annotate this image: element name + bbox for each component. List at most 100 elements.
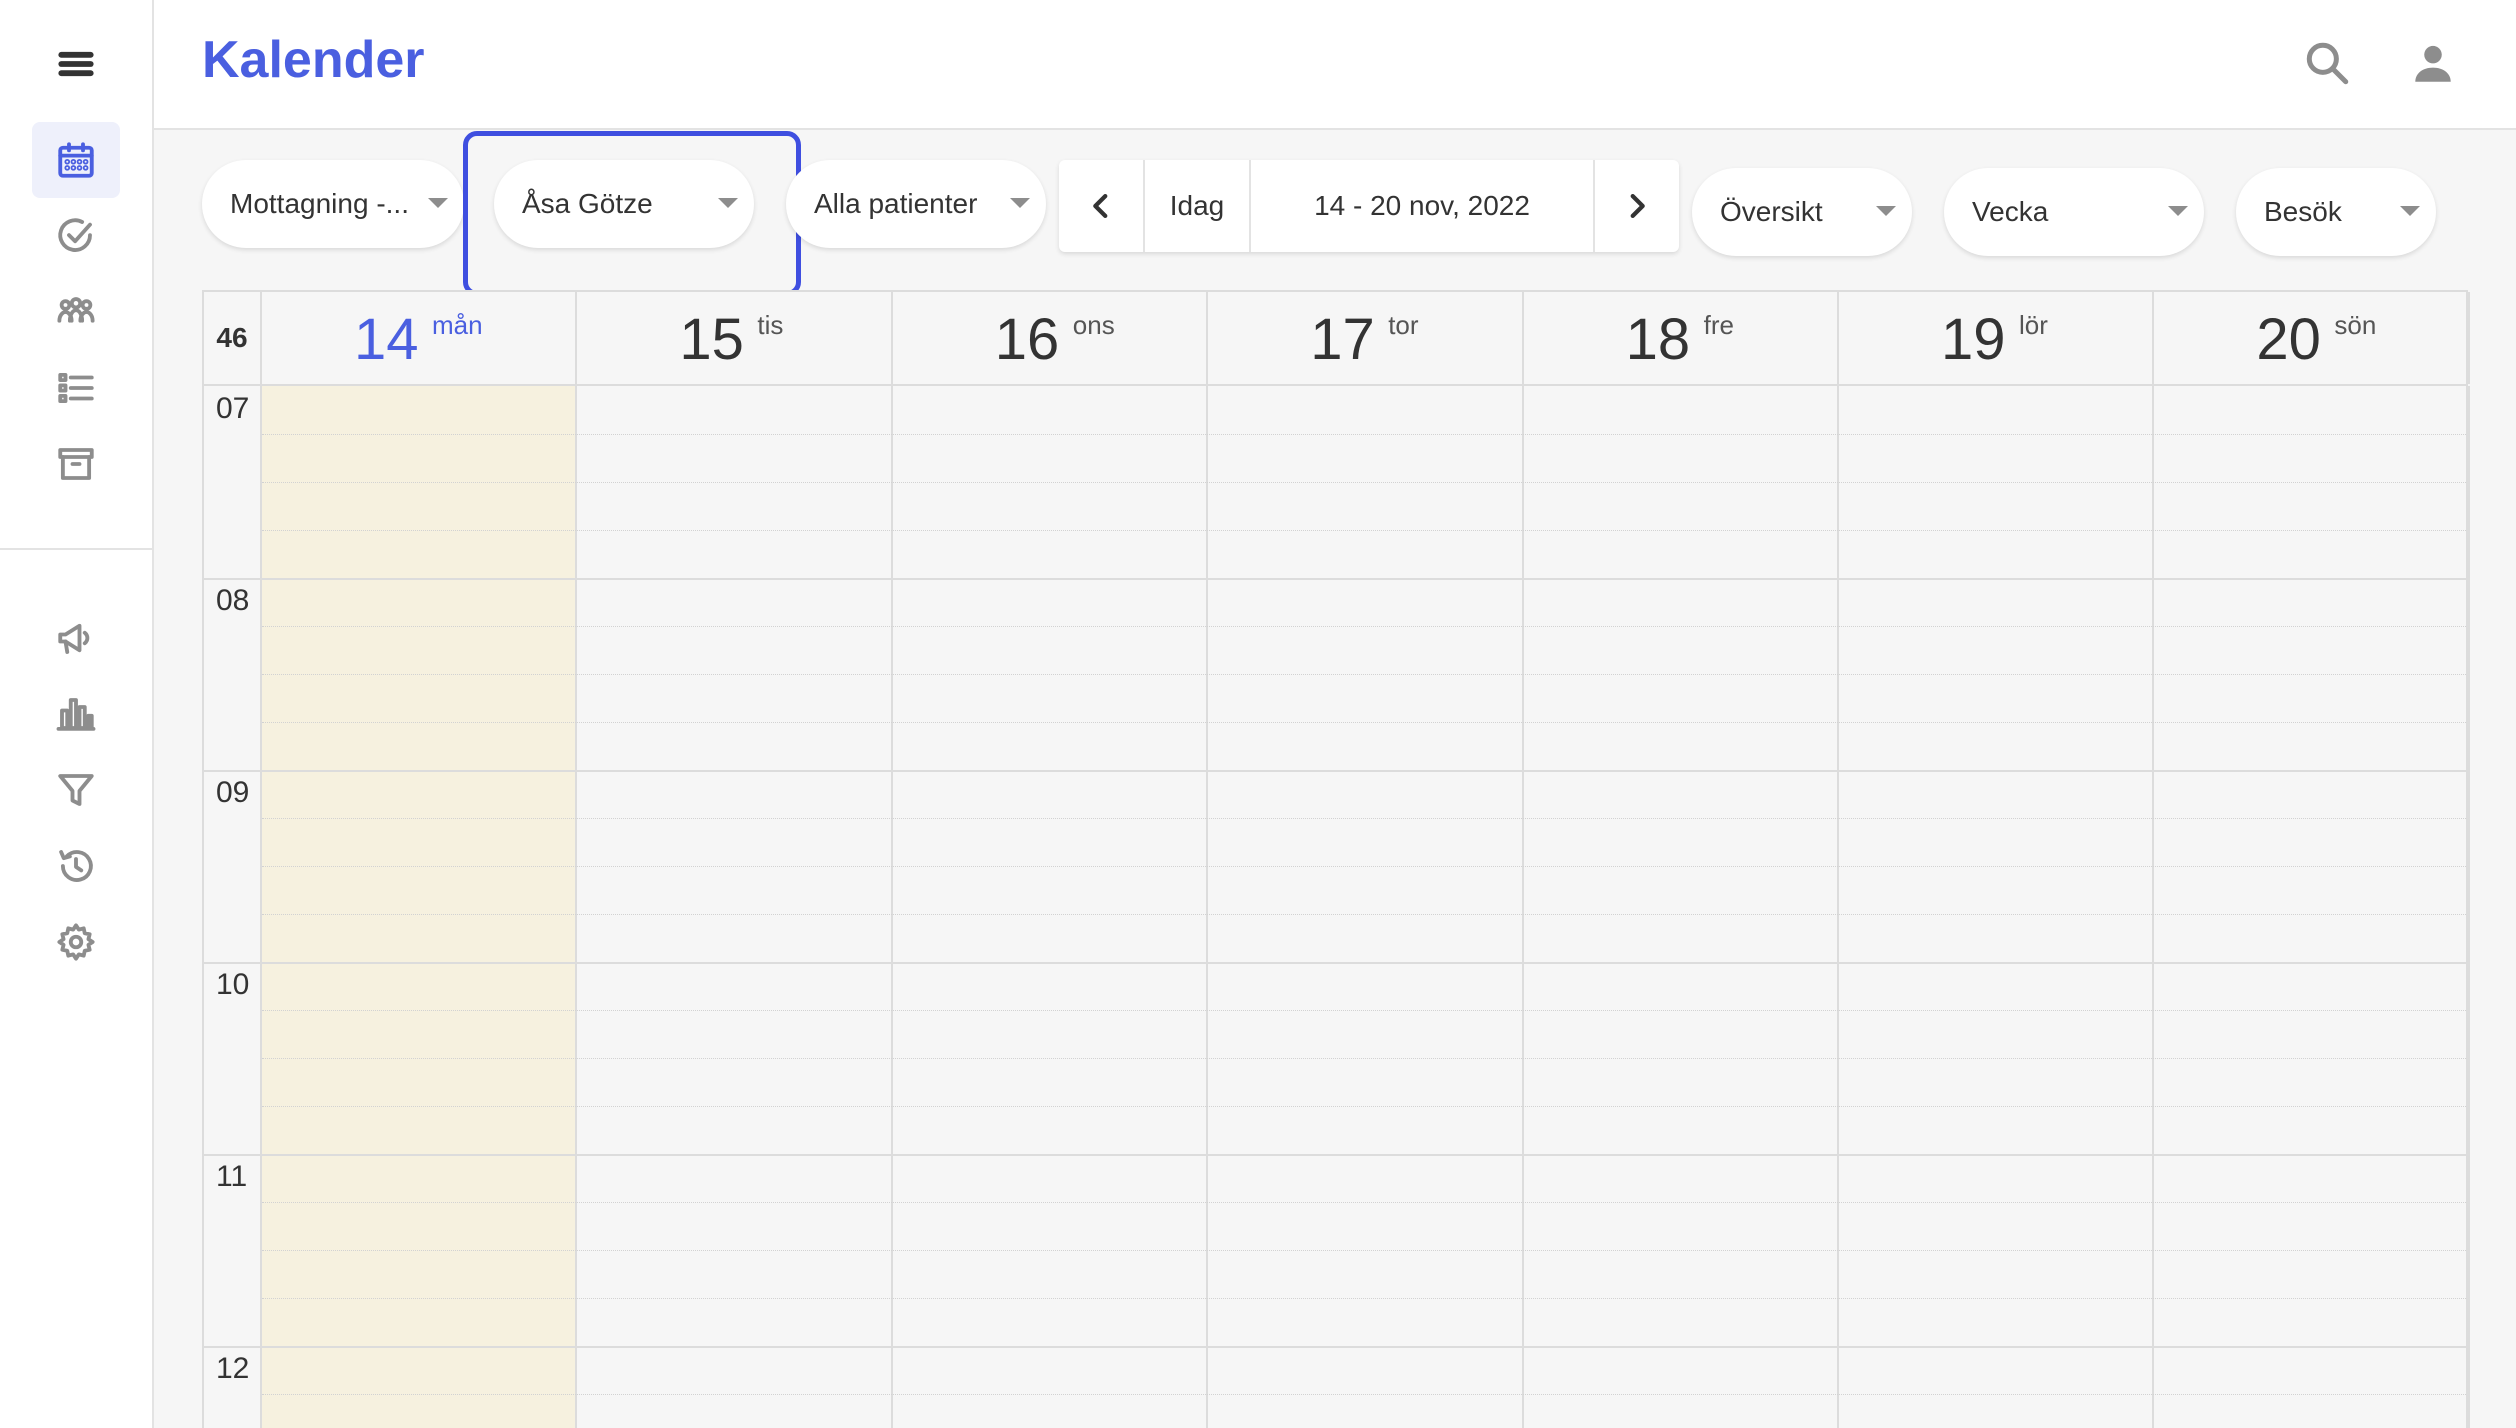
day-column-mån[interactable]	[262, 386, 578, 1428]
chevron-down-icon	[2168, 206, 2188, 216]
day-header-lör[interactable]: 19 lör	[1839, 292, 2155, 384]
calendar-icon	[58, 142, 94, 178]
quarter-gridline	[262, 482, 2466, 483]
hour-label: 07	[216, 392, 250, 425]
quarter-gridline	[262, 1394, 2466, 1395]
overview-select[interactable]: Översikt	[1692, 168, 1912, 256]
sidebar-item-patients[interactable]	[32, 274, 120, 350]
hour-gridline	[204, 962, 2466, 964]
day-header-sön[interactable]: 20 sön	[2154, 292, 2470, 384]
sidebar-item-filter[interactable]	[32, 752, 120, 828]
week-calendar: 46 14 mån 15 tis 16 ons 17 tor 18 fre 19 lör 20 sön 0…	[202, 290, 2470, 1428]
sidebar	[0, 0, 154, 1428]
day-header-mån[interactable]: 14 mån	[262, 292, 578, 384]
patients-select[interactable]: Alla patienter	[786, 160, 1046, 248]
check-circle-icon	[58, 218, 92, 252]
sidebar-item-archive[interactable]	[32, 426, 120, 502]
day-name: sön	[2334, 310, 2377, 340]
day-number: 19	[1941, 307, 2006, 372]
hour-gridline	[204, 1346, 2466, 1348]
patients-select-value: Alla patienter	[814, 188, 978, 219]
day-column-tor[interactable]	[1208, 386, 1524, 1428]
quarter-gridline	[262, 1010, 2466, 1011]
day-number: 17	[1310, 307, 1375, 372]
day-column-tis[interactable]	[577, 386, 893, 1428]
chevron-right-icon	[1630, 193, 1645, 219]
search-button[interactable]	[2294, 30, 2360, 96]
quarter-gridline	[262, 626, 2466, 627]
date-navigation: Idag 14 - 20 nov, 2022	[1059, 160, 1679, 252]
quarter-gridline	[262, 1250, 2466, 1251]
quarter-gridline	[262, 1298, 2466, 1299]
day-column-ons[interactable]	[893, 386, 1209, 1428]
menu-icon	[58, 51, 94, 77]
quarter-gridline	[262, 674, 2466, 675]
menu-button[interactable]	[48, 36, 104, 92]
chevron-down-icon	[1010, 198, 1030, 208]
sidebar-divider	[0, 548, 152, 550]
sidebar-item-calendar[interactable]	[32, 122, 120, 198]
list-icon	[58, 372, 94, 404]
hour-gridline	[204, 578, 2466, 580]
megaphone-icon	[58, 623, 90, 654]
quarter-gridline	[262, 530, 2466, 531]
overview-select-value: Översikt	[1720, 196, 1823, 227]
filter-icon	[58, 774, 94, 806]
sidebar-item-statistics[interactable]	[32, 676, 120, 752]
day-header-fre[interactable]: 18 fre	[1524, 292, 1839, 384]
group-icon	[57, 297, 95, 323]
day-header-tor[interactable]: 17 tor	[1208, 292, 1524, 384]
date-range-label: 14 - 20 nov, 2022	[1314, 190, 1530, 221]
day-header-tis[interactable]: 15 tis	[577, 292, 893, 384]
day-column-fre[interactable]	[1524, 386, 1839, 1428]
hour-label: 09	[216, 776, 250, 809]
date-range-picker[interactable]: 14 - 20 nov, 2022	[1251, 160, 1595, 252]
quarter-gridline	[262, 818, 2466, 819]
chevron-down-icon	[428, 198, 448, 208]
period-select[interactable]: Vecka	[1944, 168, 2204, 256]
sidebar-item-settings[interactable]	[32, 904, 120, 980]
sidebar-item-history[interactable]	[32, 828, 120, 904]
chevron-down-icon	[2400, 206, 2420, 216]
day-column-lör[interactable]	[1839, 386, 2155, 1428]
app-root: Kalender Mottagning -... Åsa Götze Alla …	[0, 0, 2516, 1428]
account-button[interactable]	[2400, 30, 2466, 96]
quarter-gridline	[262, 1058, 2466, 1059]
account-icon	[2415, 45, 2451, 82]
hour-label: 12	[216, 1352, 250, 1385]
day-name: fre	[1703, 310, 1734, 340]
quarter-gridline	[262, 866, 2466, 867]
staff-select-highlight	[463, 131, 801, 296]
history-icon	[59, 850, 93, 882]
quarter-gridline	[262, 434, 2466, 435]
page-title: Kalender	[202, 31, 425, 89]
sidebar-item-tasks[interactable]	[32, 198, 120, 274]
today-button-label: Idag	[1169, 190, 1225, 221]
clinic-select[interactable]: Mottagning -...	[202, 160, 464, 248]
next-week-button[interactable]	[1595, 160, 1679, 252]
day-number: 20	[2256, 307, 2321, 372]
week-number: 46	[204, 292, 262, 384]
day-column-sön[interactable]	[2154, 386, 2470, 1428]
day-number: 15	[679, 307, 744, 372]
quarter-gridline	[262, 914, 2466, 915]
previous-week-button[interactable]	[1059, 160, 1145, 252]
calendar-header: 46 14 mån 15 tis 16 ons 17 tor 18 fre 19 lör 20 sön	[204, 292, 2470, 386]
chevron-down-icon	[1876, 206, 1896, 216]
today-button[interactable]: Idag	[1145, 160, 1251, 252]
type-select[interactable]: Besök	[2236, 168, 2436, 256]
quarter-gridline	[262, 722, 2466, 723]
day-number: 16	[994, 307, 1060, 372]
sidebar-item-list[interactable]	[32, 350, 120, 426]
sidebar-item-announcements[interactable]	[32, 600, 120, 676]
day-name: tor	[1388, 310, 1419, 340]
period-select-value: Vecka	[1972, 196, 2049, 227]
type-select-value: Besök	[2264, 196, 2342, 227]
hour-gridline	[204, 1154, 2466, 1156]
day-header-ons[interactable]: 16 ons	[893, 292, 1209, 384]
day-number: 18	[1625, 307, 1691, 372]
app-header: Kalender	[154, 0, 2516, 130]
time-column: 07 08 09 10 11 12	[204, 386, 262, 1428]
hour-label: 08	[216, 584, 250, 617]
day-name: mån	[432, 310, 483, 340]
